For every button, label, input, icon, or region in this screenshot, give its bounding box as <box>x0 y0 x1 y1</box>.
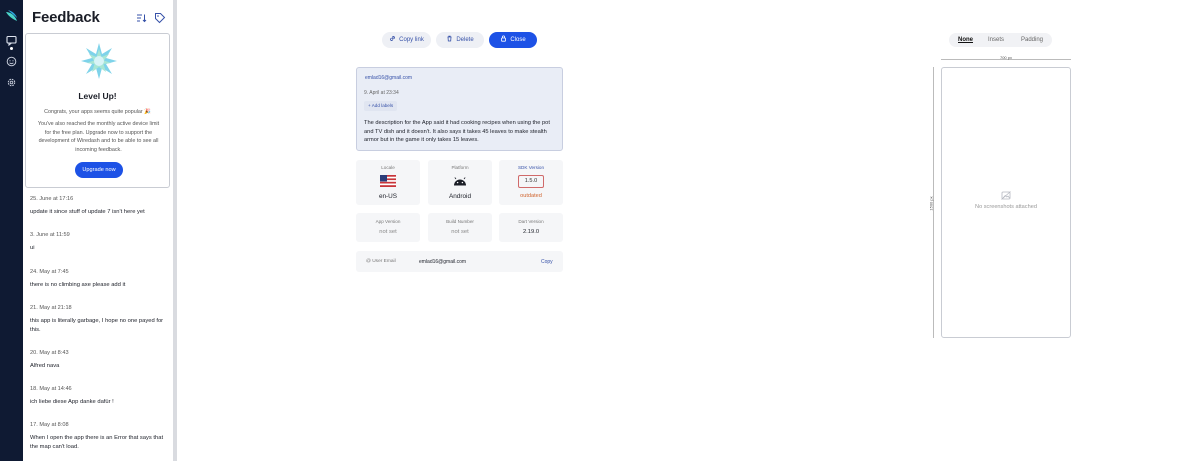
delete-label: Delete <box>456 37 474 43</box>
platform-tile: Platform Android <box>428 160 492 205</box>
delete-button[interactable]: Delete <box>436 32 484 48</box>
feedback-date: 21. May at 21:18 <box>30 305 72 311</box>
tab-insets[interactable]: Insets <box>988 33 1004 47</box>
locale-value: en-US <box>378 193 398 200</box>
close-label: Close <box>510 37 526 43</box>
no-image-icon <box>1001 191 1011 200</box>
platform-value: Android <box>448 193 472 200</box>
user-email-label: @ User Email <box>366 259 396 264</box>
link-icon <box>390 36 396 41</box>
sort-filter-icon[interactable] <box>135 12 147 24</box>
padding-mode-switch: None Insets Padding <box>949 33 1052 47</box>
feedback-date: 18. May at 14:46 <box>30 386 72 392</box>
page-title: Feedback <box>32 9 100 26</box>
sdk-version-value: 1.5.0 <box>518 175 544 188</box>
app-version-tile: App Version not set <box>356 213 420 242</box>
height-label: 1500 px <box>928 196 934 211</box>
upgrade-limit-text: You've also reached the monthly active d… <box>37 121 160 153</box>
feedback-list-item[interactable]: 25. June at 17:16 update it since stuff … <box>30 196 170 217</box>
feedback-date: 25. June at 17:16 <box>30 196 74 202</box>
no-screenshots-text: No screenshots attached <box>975 204 1037 210</box>
wiredash-logo-icon[interactable] <box>5 9 18 22</box>
feedback-message-card: emlad16@gmail.com 9. April at 23:34 + Ad… <box>356 67 563 151</box>
message-body: The description for the App said it had … <box>364 120 550 143</box>
feedback-list-item[interactable]: 21. May at 21:18 this app is literally g… <box>30 305 170 334</box>
sender-email[interactable]: emlad16@gmail.com <box>365 75 412 81</box>
lock-icon <box>501 35 507 42</box>
upgrade-card: Level Up! Congrats, your apps seems quit… <box>25 33 170 188</box>
feedback-list-panel: Feedback Level Up! Congrats, your apps s… <box>23 0 173 461</box>
upgrade-heading: Level Up! <box>78 91 117 101</box>
feedback-list-item[interactable]: 17. May at 8:08 When I open the app ther… <box>30 422 170 451</box>
trash-icon <box>447 35 452 42</box>
feedback-list-item[interactable]: 20. May at 8:43 Alfred nava <box>30 350 170 371</box>
active-nav-dot <box>10 47 13 50</box>
feedback-text: When I open the app there is an Error th… <box>30 435 164 450</box>
user-email-row: @ User Email emlad16@gmail.com Copy <box>356 251 563 272</box>
add-labels-button[interactable]: + Add labels <box>364 101 398 111</box>
level-up-star-icon <box>81 43 117 79</box>
dart-version-value: 2.19.0 <box>522 229 540 235</box>
message-timestamp: 9. April at 23:34 <box>364 90 399 96</box>
platform-label: Platform <box>451 165 469 170</box>
tag-icon[interactable] <box>154 12 166 24</box>
sdk-version-label: SDK Version <box>517 165 545 170</box>
height-dimension: 1500 px <box>927 67 935 338</box>
feedback-date: 24. May at 7:45 <box>30 269 69 275</box>
user-email-label-text: User Email <box>372 259 396 264</box>
nav-rail <box>0 0 23 461</box>
locale-label: Locale <box>381 165 395 170</box>
close-button[interactable]: Close <box>489 32 537 48</box>
upgrade-now-button[interactable]: Upgrade now <box>75 162 123 178</box>
width-dimension: 700 px <box>941 55 1071 60</box>
user-email-value: emlad16@gmail.com <box>419 259 467 265</box>
copy-email-button[interactable]: Copy <box>541 259 553 265</box>
feedback-text: ich liebe diese App danke dafür ! <box>30 399 114 405</box>
build-number-tile: Build Number not set <box>428 213 492 242</box>
tab-none[interactable]: None <box>958 33 973 47</box>
build-number-label: Build Number <box>446 219 474 224</box>
us-flag-icon <box>380 175 396 187</box>
locale-tile: Locale en-US <box>356 160 420 205</box>
build-number-value: not set <box>451 229 469 235</box>
copy-link-button[interactable]: Copy link <box>382 32 431 48</box>
screenshot-frame: No screenshots attached <box>941 67 1071 338</box>
feedback-list-item[interactable]: 24. May at 7:45 there is no climbing axe… <box>30 269 170 290</box>
add-labels-label: Add labels <box>371 103 394 108</box>
feedback-date: 20. May at 8:43 <box>30 350 69 356</box>
feedback-list-scrollbar[interactable] <box>173 0 177 461</box>
tab-padding[interactable]: Padding <box>1021 33 1043 47</box>
surveys-nav-icon[interactable] <box>6 56 17 67</box>
feedback-date: 3. June at 11:59 <box>30 232 70 238</box>
width-label: 700 px <box>999 55 1012 60</box>
feedback-text: Alfred nava <box>30 363 60 369</box>
sdk-version-tile: SDK Version 1.5.0 outdated <box>499 160 563 205</box>
feedback-date: 17. May at 8:08 <box>30 422 69 428</box>
android-icon <box>454 177 466 186</box>
app-window: Feedback Level Up! Congrats, your apps s… <box>0 0 1200 461</box>
feedback-nav-icon[interactable] <box>6 35 17 46</box>
feedback-list-item[interactable]: 18. May at 14:46 ich liebe diese App dan… <box>30 386 170 407</box>
dart-version-tile: Dart Version 2.19.0 <box>499 213 563 242</box>
settings-gear-icon[interactable] <box>6 77 17 88</box>
app-version-value: not set <box>379 229 397 235</box>
feedback-text: update it since stuff of update 7 isn't … <box>30 209 145 215</box>
feedback-text: there is no climbing axe please add it <box>30 282 126 288</box>
app-version-label: App Version <box>375 219 401 224</box>
feedback-text: this app is literally garbage, I hope no… <box>30 318 164 333</box>
feedback-list-item[interactable]: 3. June at 11:59 ui <box>30 232 170 253</box>
dart-version-label: Dart Version <box>518 219 544 224</box>
sdk-outdated-badge: outdated <box>520 193 542 199</box>
feedback-text: ui <box>30 245 35 251</box>
copy-link-label: Copy link <box>399 37 424 43</box>
upgrade-congrats-text: Congrats, your apps seems quite popular … <box>44 109 151 115</box>
